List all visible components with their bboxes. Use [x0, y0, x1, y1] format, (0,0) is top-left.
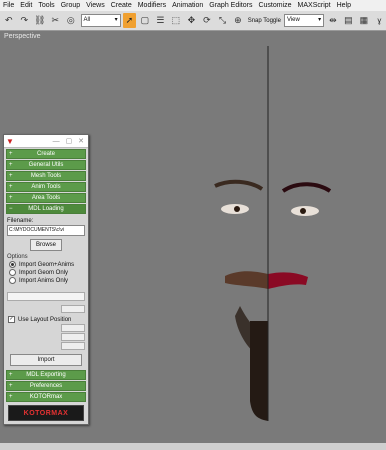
- menu-modifiers[interactable]: Modifiers: [135, 0, 169, 11]
- move-icon[interactable]: ✥: [185, 13, 199, 28]
- radio-selected-icon: [9, 261, 16, 268]
- import-button[interactable]: Import: [10, 354, 82, 366]
- rollout-preferences[interactable]: + Preferences: [6, 381, 86, 391]
- select-region-icon[interactable]: ▢: [138, 13, 152, 28]
- checkbox-label: Use Layout Position: [18, 316, 72, 323]
- select-by-name-icon[interactable]: ☰: [154, 13, 168, 28]
- options-label: Options: [7, 254, 28, 260]
- snap-toggle[interactable]: Snap Toggle: [248, 18, 281, 24]
- layer-icon[interactable]: ▦: [357, 13, 371, 28]
- rollout-kotormax[interactable]: + KOTORmax: [6, 392, 86, 402]
- menu-file[interactable]: File: [0, 0, 17, 11]
- rollout-label: Create: [36, 151, 55, 157]
- kotormax-app-icon: ▼: [6, 136, 14, 146]
- menu-tools[interactable]: Tools: [35, 0, 57, 11]
- rollout-area-tools[interactable]: + Area Tools: [6, 193, 86, 203]
- pivot-icon[interactable]: ⊕: [231, 13, 245, 28]
- radio-label: Import Anims Only: [19, 277, 69, 284]
- rollout-label: Preferences: [29, 383, 63, 389]
- scale-icon[interactable]: ⤡: [216, 13, 230, 28]
- selection-filter-dropdown[interactable]: All ▾: [80, 14, 121, 27]
- chevron-down-icon: ▾: [114, 17, 118, 23]
- rollout-label: Anim Tools: [31, 184, 61, 190]
- filename-label: Filename:: [7, 218, 34, 224]
- chevron-down-icon: ▾: [318, 17, 322, 23]
- filename-field[interactable]: C:\MYDOCUMENTS\c\vi: [7, 225, 85, 236]
- window-crossing-icon[interactable]: ⬚: [169, 13, 183, 28]
- rollout-anim-tools[interactable]: + Anim Tools: [6, 182, 86, 192]
- rollout-label: Mesh Tools: [30, 173, 62, 179]
- menu-maxscript[interactable]: MAXScript: [295, 0, 334, 11]
- radio-import-geom-anims[interactable]: Import Geom+Anims: [9, 261, 88, 268]
- rollout-label: General Utils: [28, 162, 64, 168]
- reference-coord-dropdown[interactable]: View ▾: [283, 14, 325, 27]
- window-controls[interactable]: — ▢ ✕: [53, 137, 86, 145]
- menu-create[interactable]: Create: [108, 0, 135, 11]
- radio-label: Import Geom+Anims: [19, 261, 75, 268]
- use-layout-position-checkbox[interactable]: ✓ Use Layout Position: [8, 316, 88, 323]
- expand-icon: +: [9, 394, 13, 400]
- redo-icon[interactable]: ↷: [18, 13, 32, 28]
- expand-icon: +: [9, 162, 13, 168]
- rollout-create[interactable]: + Create: [6, 149, 86, 159]
- menu-views[interactable]: Views: [83, 0, 108, 11]
- position-spinner-x: [7, 324, 85, 332]
- rollout-label: KOTORmax: [29, 394, 63, 400]
- check-icon: ✓: [8, 316, 15, 323]
- expand-icon: +: [9, 184, 13, 190]
- rotate-icon[interactable]: ⟳: [200, 13, 214, 28]
- kotormax-logo: KOTORMAX: [8, 405, 84, 421]
- expand-icon: +: [9, 383, 13, 389]
- collapse-icon: −: [9, 206, 13, 212]
- menu-graph-editors[interactable]: Graph Editors: [206, 0, 255, 11]
- bind-icon[interactable]: ◎: [64, 13, 78, 28]
- view-value: View: [286, 17, 300, 23]
- undo-icon[interactable]: ↶: [2, 13, 16, 28]
- select-arrow-icon[interactable]: ➚: [122, 13, 137, 28]
- rollout-mesh-tools[interactable]: + Mesh Tools: [6, 171, 86, 181]
- mirror-icon[interactable]: ⇹: [326, 13, 340, 28]
- rollout-label: MDL Loading: [28, 206, 64, 212]
- rollout-mdl-exporting[interactable]: + MDL Exporting: [6, 370, 86, 380]
- menu-animation[interactable]: Animation: [169, 0, 206, 11]
- radio-label: Import Geom Only: [19, 269, 69, 276]
- rollout-label: Area Tools: [31, 195, 61, 201]
- rollout-general-utils[interactable]: + General Utils: [6, 160, 86, 170]
- kotormax-panel: ▼ — ▢ ✕ + Create + General Utils + Mesh Too…: [3, 134, 89, 425]
- menu-edit[interactable]: Edit: [17, 0, 35, 11]
- rollout-mdl-loading[interactable]: − MDL Loading: [6, 204, 86, 214]
- position-spinner-z: [7, 342, 85, 350]
- radio-icon: [9, 277, 16, 284]
- unlink-icon[interactable]: ✂: [49, 13, 63, 28]
- menu-group[interactable]: Group: [58, 0, 83, 11]
- position-spinner-y: [7, 333, 85, 341]
- axis-constraint-icon[interactable]: ɣ: [373, 13, 386, 28]
- radio-import-anims-only[interactable]: Import Anims Only: [9, 277, 88, 284]
- menu-help[interactable]: Help: [334, 0, 354, 11]
- expand-icon: +: [9, 173, 13, 179]
- selection-filter-value: All: [83, 17, 91, 23]
- main-toolbar: ↶ ↷ ⛓ ✂ ◎ All ▾ ➚ ▢ ☰ ⬚ ✥ ⟳ ⤡ ⊕ Snap Togg…: [0, 11, 386, 31]
- disabled-field: [7, 292, 85, 301]
- rollout-label: MDL Exporting: [26, 372, 66, 378]
- radio-icon: [9, 269, 16, 276]
- panel-titlebar[interactable]: ▼ — ▢ ✕: [4, 135, 88, 148]
- align-icon[interactable]: ▤: [342, 13, 356, 28]
- link-icon[interactable]: ⛓: [33, 13, 47, 28]
- disabled-spinner: [7, 305, 85, 313]
- expand-icon: +: [9, 195, 13, 201]
- menu-customize[interactable]: Customize: [255, 0, 294, 11]
- expand-icon: +: [9, 372, 13, 378]
- expand-icon: +: [9, 151, 13, 157]
- browse-button[interactable]: Browse: [30, 239, 62, 251]
- radio-import-geom-only[interactable]: Import Geom Only: [9, 269, 88, 276]
- status-bar: [0, 443, 386, 450]
